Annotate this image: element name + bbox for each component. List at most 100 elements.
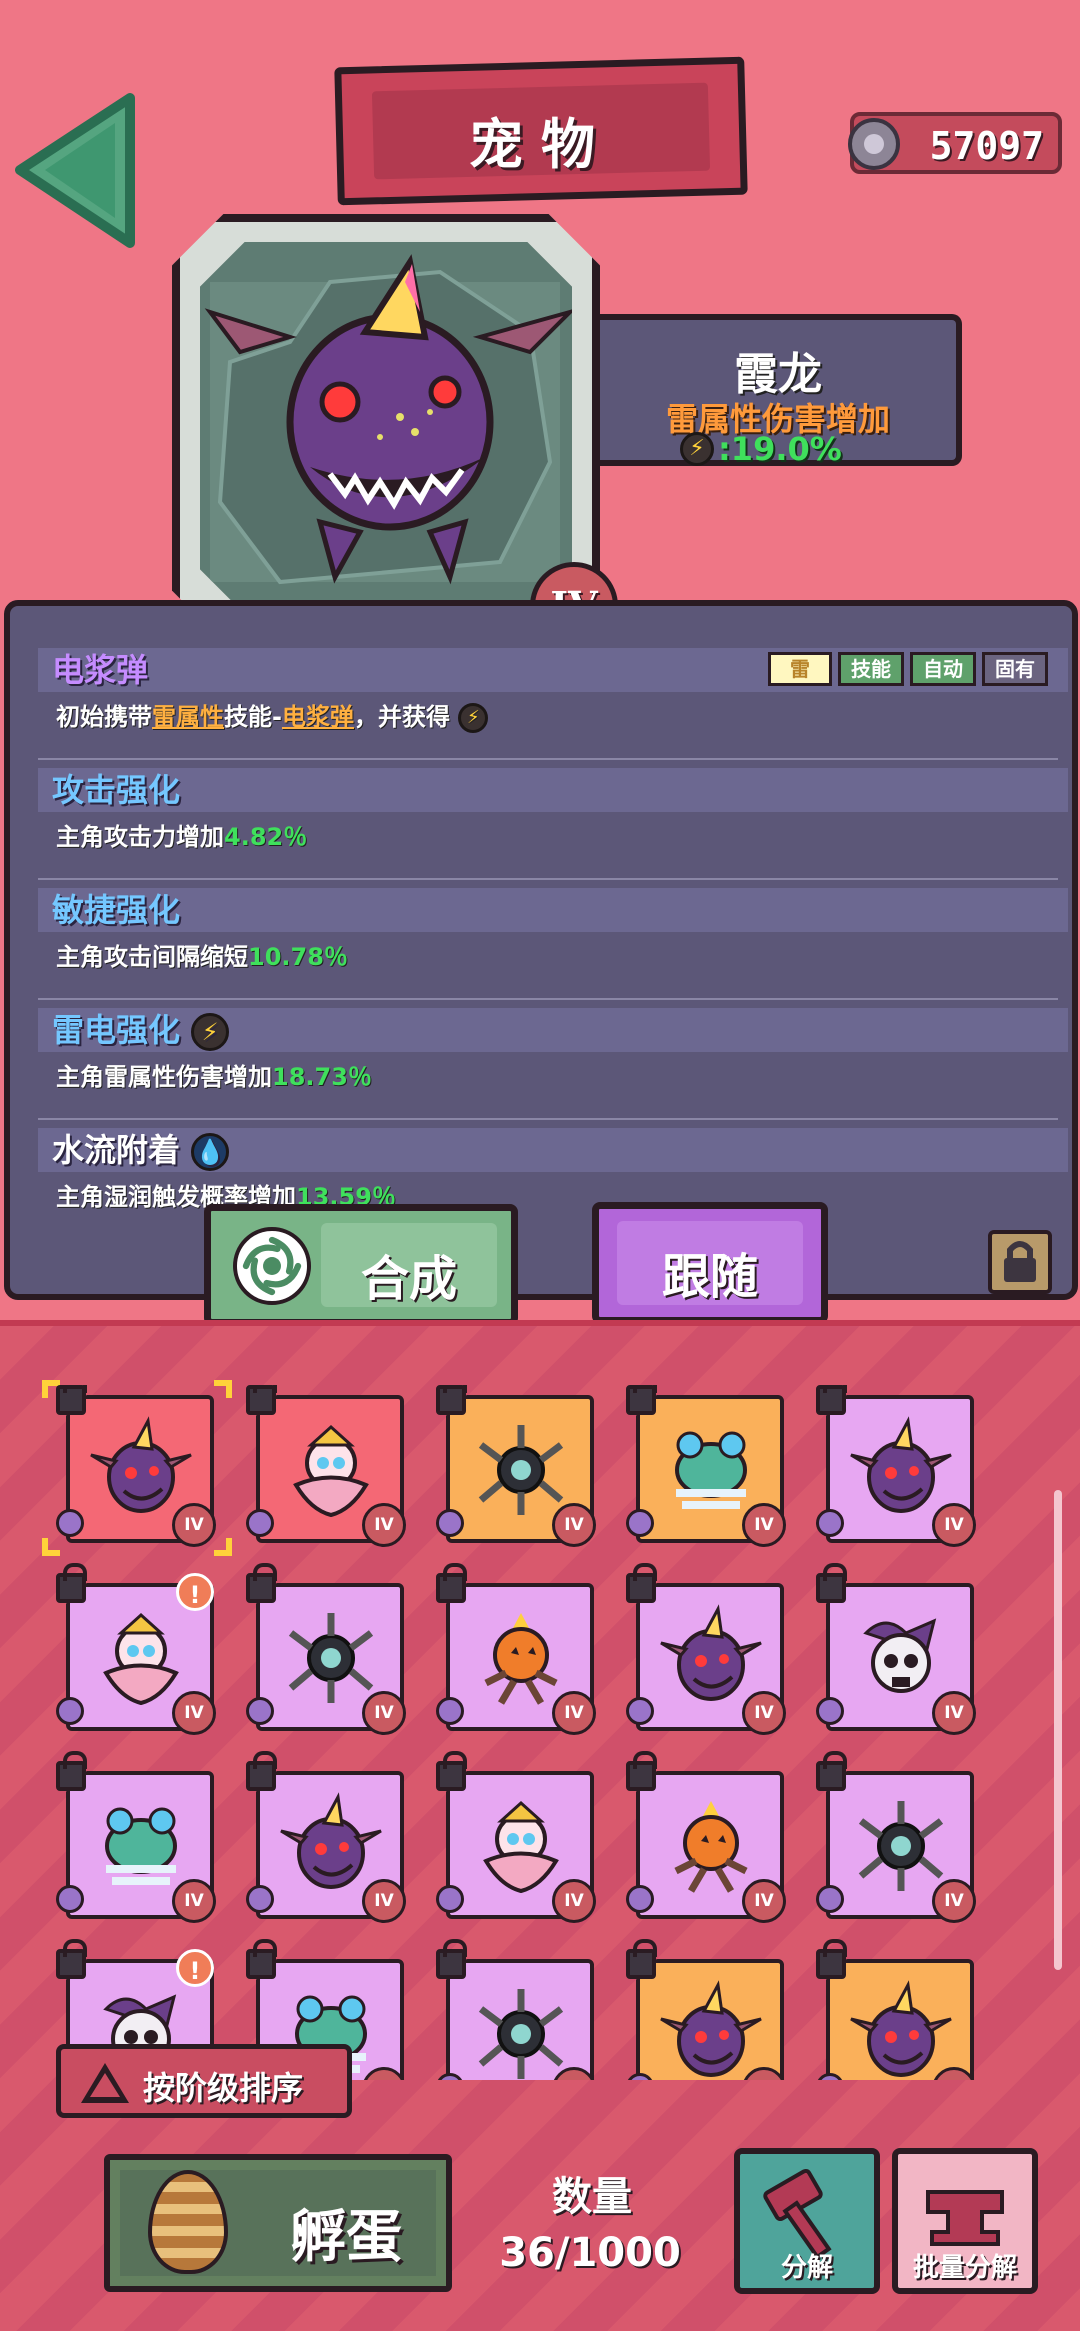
merge-button[interactable]: 合成: [204, 1204, 518, 1326]
lock-icon[interactable]: [988, 1230, 1052, 1294]
pet-slot[interactable]: IV: [626, 1751, 786, 1923]
rank-badge: IV: [172, 1503, 216, 1547]
lock-icon: [626, 1751, 657, 1791]
gem-icon: [436, 1509, 464, 1537]
pet-slot[interactable]: IV: [816, 1751, 976, 1923]
skills-panel[interactable]: 电浆弹 雷 技能 自动 固有 初始携带雷属性技能-电浆弹，并获得 ⚡ 攻击强化 …: [4, 600, 1078, 1300]
dragon-pet-icon: [660, 1980, 762, 2077]
count-label: 数量: [552, 2174, 632, 2220]
skill-plasma: 电浆弹 雷 技能 自动 固有 初始携带雷属性技能-电浆弹，并获得 ⚡: [38, 648, 1068, 734]
pet-slot[interactable]: IV!: [56, 1563, 216, 1735]
lock-icon: [56, 1563, 87, 1603]
decompose-button[interactable]: 分解: [734, 2148, 880, 2294]
lock-icon: [816, 1751, 847, 1791]
pet-slot[interactable]: IV: [246, 1563, 406, 1735]
rank-badge: IV: [552, 1691, 596, 1735]
pet-slot[interactable]: IV: [816, 1385, 976, 1547]
skill-title: 雷电强化 ⚡: [38, 1008, 1068, 1052]
pet-grid[interactable]: IVIVIVIVIVIV!IVIVIVIVIVIVIVIVIVIV!IVIVIV…: [50, 1385, 1010, 2080]
lock-icon: [56, 1385, 87, 1415]
batch-decompose-label: 批量分解: [912, 2253, 1017, 2283]
pet-slot[interactable]: IV: [246, 1385, 406, 1547]
lock-icon: [246, 1751, 277, 1791]
lock-icon: [626, 1939, 657, 1979]
rank-badge: IV: [552, 1503, 596, 1547]
pet-slot[interactable]: IV: [816, 1939, 976, 2080]
follow-button-label: 跟随: [661, 1249, 758, 1305]
page-title: 宠物: [469, 113, 613, 176]
lock-icon: [246, 1939, 277, 1979]
lock-icon: [626, 1563, 657, 1603]
hatch-button[interactable]: 孵蛋: [104, 2154, 452, 2292]
lock-icon: [816, 1385, 847, 1415]
coin-icon: [848, 118, 900, 170]
water-drop-icon: 💧: [191, 1133, 230, 1171]
lightning-icon: ⚡: [458, 703, 489, 733]
lock-icon: [816, 1939, 847, 1979]
rank-badge: IV: [362, 1691, 406, 1735]
skill-title: 水流附着 💧: [38, 1128, 1068, 1172]
rank-badge: IV: [932, 1879, 976, 1923]
gem-icon: [816, 1697, 844, 1725]
tag-skill: 技能: [838, 652, 904, 686]
skill-title: 敏捷强化: [38, 888, 1068, 932]
lock-icon: [246, 1385, 277, 1415]
rank-badge: IV: [362, 1503, 406, 1547]
pet-info-card: 霞龙 雷属性伤害增加 ⚡ :19.0%: [600, 314, 962, 468]
rank-badge: IV: [172, 1691, 216, 1735]
gem-icon: [436, 1885, 464, 1913]
rank-badge: IV: [932, 1691, 976, 1735]
pet-slot[interactable]: IV: [626, 1939, 786, 2080]
currency-display: 57097: [848, 112, 1062, 174]
drone-pet-icon: [478, 1989, 564, 2079]
pet-slot[interactable]: IV: [246, 1751, 406, 1923]
pet-slot[interactable]: IV: [436, 1563, 596, 1735]
skill-water: 水流附着 💧 主角湿润触发概率增加13.59％: [38, 1128, 1068, 1214]
follow-button[interactable]: 跟随: [592, 1202, 828, 1324]
decompose-label: 分解: [780, 2253, 833, 2283]
tag-thunder: 雷: [768, 652, 832, 686]
rank-badge: IV: [552, 1879, 596, 1923]
hatch-button-label: 孵蛋: [290, 2205, 402, 2270]
back-arrow-icon[interactable]: [10, 88, 140, 253]
gem-icon: [56, 1697, 84, 1725]
rank-badge: IV: [742, 1691, 786, 1735]
skill-thunder: 雷电强化 ⚡ 主角雷属性伤害增加18.73％: [38, 1008, 1068, 1094]
pet-slot[interactable]: IV: [56, 1385, 216, 1547]
pet-slot[interactable]: IV: [626, 1563, 786, 1735]
lock-icon: [436, 1563, 467, 1603]
lock-icon: [56, 1939, 87, 1979]
pet-slot[interactable]: IV: [626, 1385, 786, 1547]
sort-by-rank-button[interactable]: 按阶级排序: [56, 2044, 352, 2118]
purple-dragon-icon: [204, 254, 572, 585]
lightning-icon: ⚡: [680, 432, 714, 466]
skill-text: 主角攻击力增加4.82％: [56, 823, 308, 851]
rank-badge: IV: [932, 1503, 976, 1547]
pet-slot[interactable]: IV: [436, 1385, 596, 1547]
skill-attack: 攻击强化 主角攻击力增加4.82％: [38, 768, 1068, 854]
gem-icon: [626, 1885, 654, 1913]
gem-icon: [246, 1885, 274, 1913]
lock-icon: [436, 1385, 467, 1415]
alert-icon: !: [176, 1949, 214, 1987]
currency-value: 57097: [929, 124, 1044, 168]
tag-auto: 自动: [910, 652, 976, 686]
lock-icon: [436, 1751, 467, 1791]
pet-slot[interactable]: IV: [56, 1751, 216, 1923]
swirl-icon: [233, 1227, 311, 1305]
gem-icon: [436, 1697, 464, 1725]
dragon-pet-icon: [850, 1980, 952, 2077]
scrollbar[interactable]: [1054, 1490, 1062, 1970]
lightning-icon: ⚡: [191, 1013, 230, 1051]
gem-icon: [626, 1697, 654, 1725]
pet-slot[interactable]: IV: [436, 1939, 596, 2080]
count-value: 36/1000: [499, 2230, 681, 2276]
pet-slot[interactable]: IV: [436, 1751, 596, 1923]
gem-icon: [246, 1509, 274, 1537]
merge-button-label: 合成: [360, 1251, 457, 1307]
rank-badge: IV: [362, 1879, 406, 1923]
pet-slot[interactable]: IV: [816, 1563, 976, 1735]
skill-agility: 敏捷强化 主角攻击间隔缩短10.78％: [38, 888, 1068, 974]
skill-text: 主角攻击间隔缩短10.78％: [56, 943, 348, 971]
batch-decompose-button[interactable]: 批量分解: [892, 2148, 1038, 2294]
